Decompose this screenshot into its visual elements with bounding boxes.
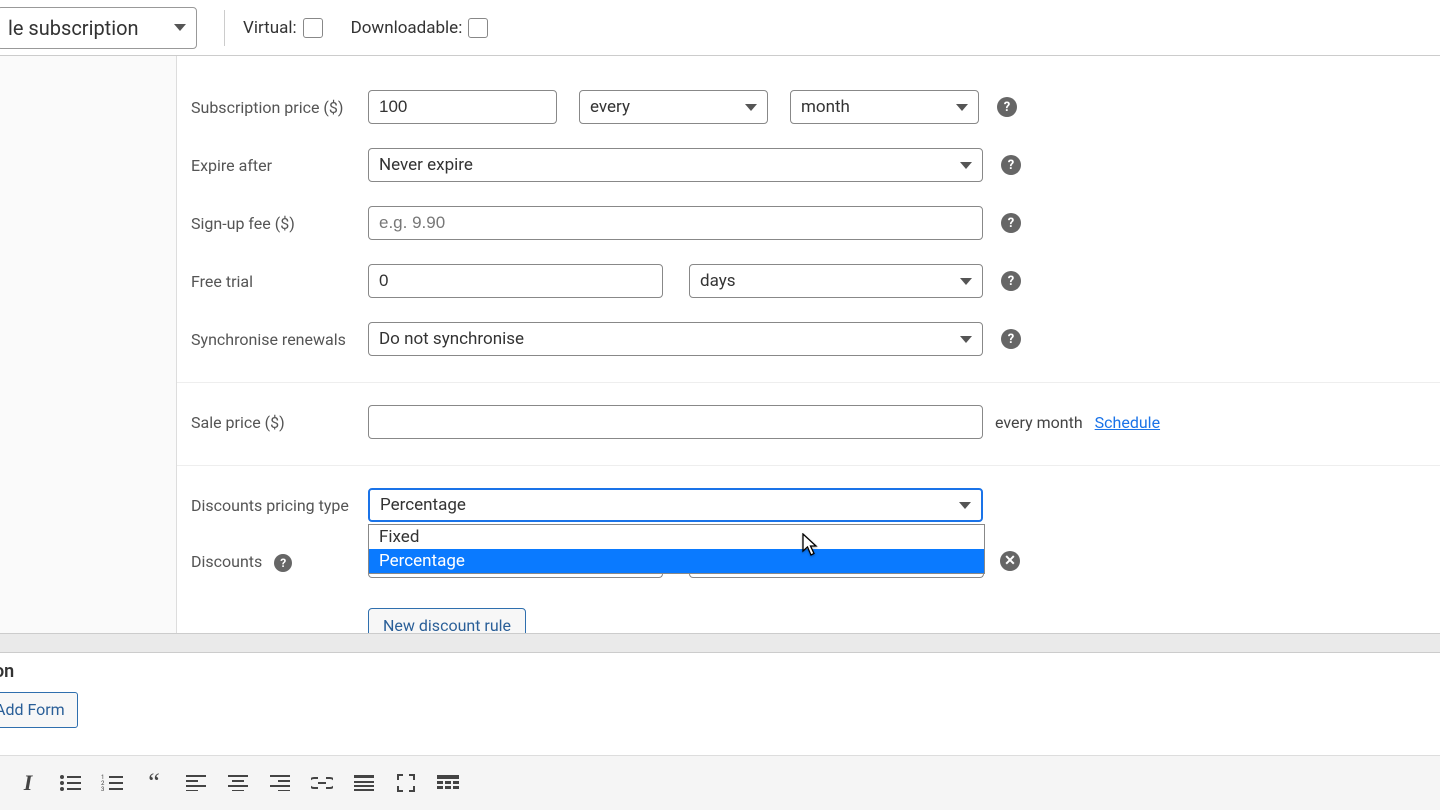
align-left-icon[interactable] [182, 769, 210, 797]
sale-price-label: Sale price ($) [191, 413, 368, 432]
section-title: on [0, 653, 1440, 692]
help-icon[interactable]: ? [1001, 155, 1021, 175]
help-icon[interactable]: ? [997, 97, 1017, 117]
link-icon[interactable] [308, 769, 336, 797]
expire-after-select[interactable]: Never expire [368, 148, 983, 182]
italic-icon[interactable]: I [14, 769, 42, 797]
row-free-trial: Free trial days ? [177, 252, 1440, 310]
blockquote-icon[interactable]: “ [140, 769, 168, 797]
product-type-value: le subscription [8, 16, 139, 40]
subscription-period-value: month [801, 97, 850, 117]
sale-price-input[interactable] [368, 405, 983, 439]
row-discounts-pricing-type: Discounts pricing type Percentage Fixed … [177, 466, 1440, 534]
help-icon[interactable]: ? [1001, 213, 1021, 233]
schedule-link[interactable]: Schedule [1095, 413, 1160, 432]
editor-toolbar: I 123 “ [0, 755, 1440, 810]
product-type-select[interactable]: le subscription [0, 7, 197, 49]
free-trial-unit-select[interactable]: days [689, 264, 983, 298]
subscription-period-select[interactable]: month [790, 90, 979, 124]
help-icon[interactable]: ? [1001, 329, 1021, 349]
discounts-label: Discounts ? [191, 550, 368, 572]
sale-price-suffix: every month [995, 413, 1083, 432]
signup-fee-input[interactable] [368, 206, 983, 240]
numbered-list-icon[interactable]: 123 [98, 769, 126, 797]
subscription-price-input[interactable] [368, 90, 557, 124]
row-subscription-price: Subscription price ($) every month ? [177, 78, 1440, 136]
downloadable-label: Downloadable: [351, 18, 463, 38]
expire-after-label: Expire after [191, 156, 368, 175]
bullet-list-icon[interactable] [56, 769, 84, 797]
option-fixed[interactable]: Fixed [369, 525, 984, 549]
chevron-down-icon [174, 24, 186, 31]
sync-renewals-select[interactable]: Do not synchronise [368, 322, 983, 356]
downloadable-checkbox[interactable] [468, 18, 488, 38]
downloadable-checkbox-wrap: Downloadable: [351, 18, 489, 38]
sync-renewals-value: Do not synchronise [379, 329, 524, 349]
toolbar-toggle-icon[interactable] [434, 769, 462, 797]
chevron-down-icon [960, 336, 972, 343]
help-icon[interactable]: ? [274, 554, 292, 572]
discounts-label-text: Discounts [191, 552, 262, 571]
sync-renewals-label: Synchronise renewals [191, 330, 368, 349]
add-form-button[interactable]: Add Form [0, 692, 78, 728]
product-data-sidebar [0, 56, 177, 633]
signup-fee-label: Sign-up fee ($) [191, 214, 368, 233]
subscription-price-label: Subscription price ($) [191, 98, 368, 117]
virtual-checkbox-wrap: Virtual: [243, 18, 323, 38]
editor-dragbar[interactable] [0, 634, 1440, 653]
discounts-pricing-type-select[interactable]: Percentage Fixed Percentage [368, 488, 983, 522]
free-trial-input[interactable] [368, 264, 663, 298]
insert-more-icon[interactable] [350, 769, 378, 797]
virtual-checkbox[interactable] [303, 18, 323, 38]
align-right-icon[interactable] [266, 769, 294, 797]
svg-text:3: 3 [101, 786, 104, 792]
virtual-label: Virtual: [243, 18, 297, 38]
free-trial-unit-value: days [700, 271, 736, 291]
expire-after-value: Never expire [379, 155, 473, 175]
chevron-down-icon [959, 502, 971, 509]
help-icon[interactable]: ? [1001, 271, 1021, 291]
divider [224, 10, 225, 46]
general-panel: Subscription price ($) every month ? Exp… [177, 56, 1440, 633]
description-editor: on Add Form I 123 “ [0, 633, 1440, 810]
product-data-header: le subscription Virtual: Downloadable: [0, 0, 1440, 56]
row-sync-renewals: Synchronise renewals Do not synchronise … [177, 310, 1440, 383]
subscription-interval-value: every [590, 97, 630, 117]
free-trial-label: Free trial [191, 272, 368, 291]
chevron-down-icon [960, 162, 972, 169]
chevron-down-icon [745, 104, 757, 111]
fullscreen-icon[interactable] [392, 769, 420, 797]
option-percentage[interactable]: Percentage [369, 549, 984, 573]
row-signup-fee: Sign-up fee ($) ? [177, 194, 1440, 252]
align-center-icon[interactable] [224, 769, 252, 797]
remove-discount-button[interactable]: ✕ [1000, 551, 1020, 571]
chevron-down-icon [960, 278, 972, 285]
discounts-pricing-type-label: Discounts pricing type [191, 496, 368, 515]
chevron-down-icon [956, 104, 968, 111]
discounts-pricing-type-dropdown: Fixed Percentage [368, 524, 985, 574]
discounts-pricing-type-value: Percentage [380, 495, 466, 515]
row-sale-price: Sale price ($) every month Schedule [177, 383, 1440, 466]
subscription-interval-select[interactable]: every [579, 90, 768, 124]
row-expire-after: Expire after Never expire ? [177, 136, 1440, 194]
